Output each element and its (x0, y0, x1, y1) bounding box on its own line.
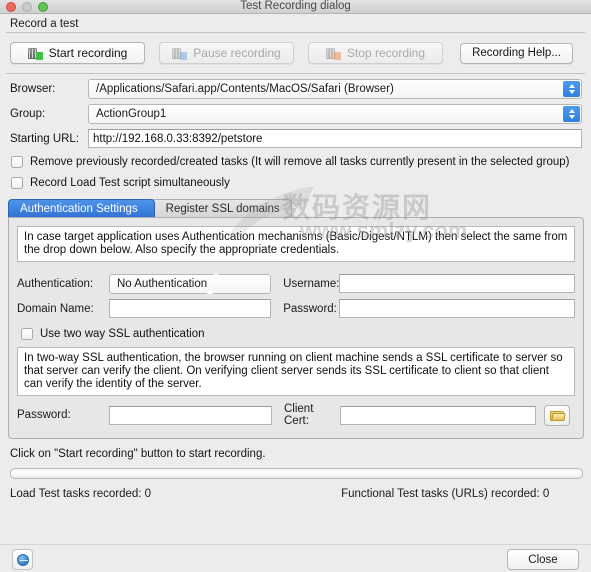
recording-help-label: Recording Help... (472, 47, 561, 59)
test-recording-dialog: Test Recording dialog Record a test Star… (0, 0, 591, 572)
authentication-value: No Authentication (117, 277, 208, 290)
starting-url-row: Starting URL: http://192.168.0.33:8392/p… (10, 126, 583, 151)
chevron-updown-icon[interactable] (563, 80, 580, 97)
dialog-footer: Close (0, 544, 591, 572)
authentication-settings-panel: In case target application uses Authenti… (8, 217, 584, 439)
browser-row: Browser: /Applications/Safari.app/Conten… (10, 76, 583, 101)
username-label: Username: (283, 277, 340, 290)
authentication-select[interactable]: No Authentication (109, 273, 272, 294)
group-row: Group: ActionGroup1 (10, 101, 583, 126)
record-load-test-checkbox[interactable] (11, 176, 23, 189)
domain-row: Domain Name: Password: (17, 296, 575, 321)
pause-recording-label: Pause recording (193, 46, 281, 60)
recording-progress-bar (10, 468, 583, 479)
group-select[interactable]: ActionGroup1 (88, 103, 582, 124)
browser-label: Browser: (10, 82, 56, 95)
starting-url-label: Starting URL: (10, 132, 80, 145)
two-way-ssl-checkbox[interactable] (21, 328, 33, 340)
domain-name-label: Domain Name: (17, 302, 94, 315)
group-value: ActionGroup1 (96, 107, 167, 120)
record-section-label: Record a test (10, 18, 79, 30)
record-pause-icon (172, 47, 188, 60)
browse-certificate-button[interactable] (544, 404, 570, 426)
load-test-counter: Load Test tasks recorded: 0 (10, 488, 152, 500)
tab-register-ssl-domains[interactable]: Register SSL domains (148, 199, 292, 218)
functional-test-counter: Functional Test tasks (URLs) recorded: 0 (341, 488, 550, 500)
starting-url-value: http://192.168.0.33:8392/petstore (93, 132, 263, 145)
authentication-row: Authentication: No Authentication Userna… (17, 271, 575, 296)
window-titlebar: Test Recording dialog (0, 0, 591, 14)
start-recording-button[interactable]: Start recording (10, 42, 145, 64)
tab-authentication-settings[interactable]: Authentication Settings (8, 199, 155, 218)
stop-recording-label: Stop recording (346, 46, 426, 60)
close-button[interactable]: Close (507, 549, 579, 570)
config-fields: Browser: /Applications/Safari.app/Conten… (0, 74, 591, 151)
status-message: Click on "Start recording" button to sta… (10, 448, 266, 460)
password-input[interactable] (339, 299, 575, 318)
client-cert-row: Password: Client Cert: (17, 401, 575, 429)
password-label: Password: (283, 302, 337, 315)
status-area: Click on "Start recording" button to sta… (0, 439, 591, 500)
counters-row: Load Test tasks recorded: 0 Functional T… (10, 488, 583, 500)
stop-recording-button[interactable]: Stop recording (308, 42, 443, 64)
remove-tasks-label: Remove previously recorded/created tasks… (30, 155, 570, 168)
help-icon (16, 553, 29, 566)
record-start-icon (27, 47, 43, 60)
recording-toolbar: Start recording Pause recording Stop rec… (0, 33, 591, 73)
browser-select[interactable]: /Applications/Safari.app/Contents/MacOS/… (88, 78, 582, 99)
domain-name-input[interactable] (109, 299, 272, 318)
two-way-ssl-info-text: In two-way SSL authentication, the brows… (17, 347, 575, 396)
folder-icon (549, 410, 566, 421)
record-stop-icon (325, 47, 341, 60)
recording-help-button[interactable]: Recording Help... (460, 42, 573, 64)
authentication-fields: Authentication: No Authentication Userna… (17, 271, 575, 321)
authentication-info-text: In case target application uses Authenti… (17, 226, 575, 262)
settings-tabs: Authentication Settings Register SSL dom… (8, 199, 584, 439)
tab-register-ssl-domains-label: Register SSL domains (165, 203, 280, 215)
cert-password-label: Password: (17, 409, 71, 421)
window-title: Test Recording dialog (240, 0, 351, 12)
cert-password-input[interactable] (109, 405, 272, 425)
username-input[interactable] (339, 274, 575, 293)
tab-authentication-settings-label: Authentication Settings (20, 203, 138, 215)
remove-tasks-checkbox-row[interactable]: Remove previously recorded/created tasks… (0, 151, 591, 172)
chevron-updown-icon[interactable] (563, 105, 580, 122)
record-load-test-label: Record Load Test script simultaneously (30, 176, 230, 189)
start-recording-label: Start recording (48, 46, 128, 60)
remove-tasks-checkbox[interactable] (11, 155, 23, 168)
browser-value: /Applications/Safari.app/Contents/MacOS/… (96, 82, 394, 95)
client-cert-label: Client Cert: (284, 403, 314, 427)
two-way-ssl-checkbox-row[interactable]: Use two way SSL authentication (17, 323, 575, 345)
authentication-label: Authentication: (17, 277, 94, 290)
starting-url-input[interactable]: http://192.168.0.33:8392/petstore (88, 129, 582, 148)
pause-recording-button[interactable]: Pause recording (159, 42, 294, 64)
help-button[interactable] (12, 549, 33, 570)
two-way-ssl-label: Use two way SSL authentication (40, 328, 205, 340)
close-button-label: Close (528, 553, 558, 566)
record-load-test-checkbox-row[interactable]: Record Load Test script simultaneously (0, 172, 591, 193)
group-label: Group: (10, 107, 46, 120)
tab-strip: Authentication Settings Register SSL dom… (8, 199, 584, 218)
client-cert-input[interactable] (340, 405, 536, 425)
chevron-updown-icon[interactable] (207, 273, 220, 294)
